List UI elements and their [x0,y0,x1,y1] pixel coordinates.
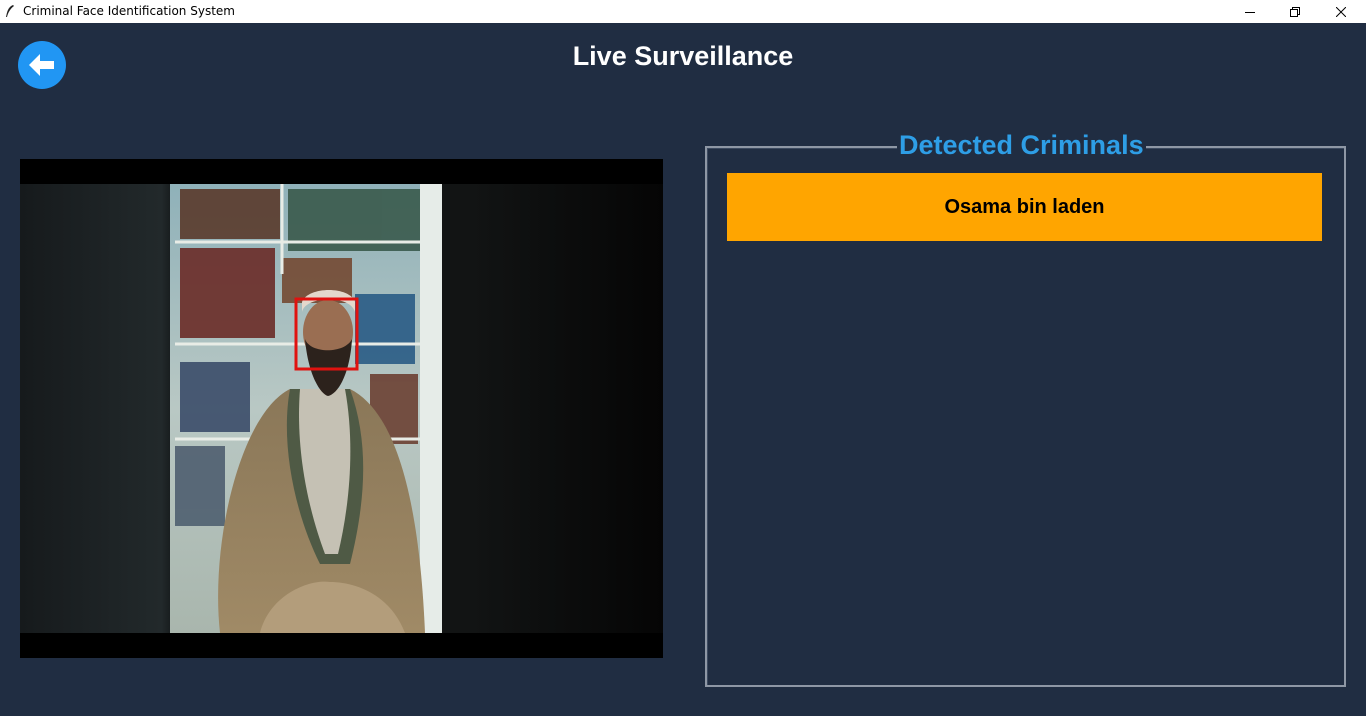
page-title: Live Surveillance [572,41,794,71]
camera-feed-image [20,184,663,633]
detected-criminal-item[interactable]: Osama bin laden [727,173,1322,241]
restore-button[interactable] [1272,0,1318,23]
feather-icon [6,5,14,17]
window-titlebar: Criminal Face Identification System [0,0,1366,23]
restore-icon [1290,6,1300,17]
video-feed [20,159,663,658]
detected-criminals-legend: Detected Criminals [897,129,1146,162]
minimize-button[interactable] [1227,0,1273,23]
detected-criminal-name: Osama bin laden [944,195,1105,218]
close-button[interactable] [1318,0,1364,23]
minimize-icon [1245,11,1255,13]
window-title: Criminal Face Identification System [23,4,235,18]
close-icon [1336,6,1346,17]
